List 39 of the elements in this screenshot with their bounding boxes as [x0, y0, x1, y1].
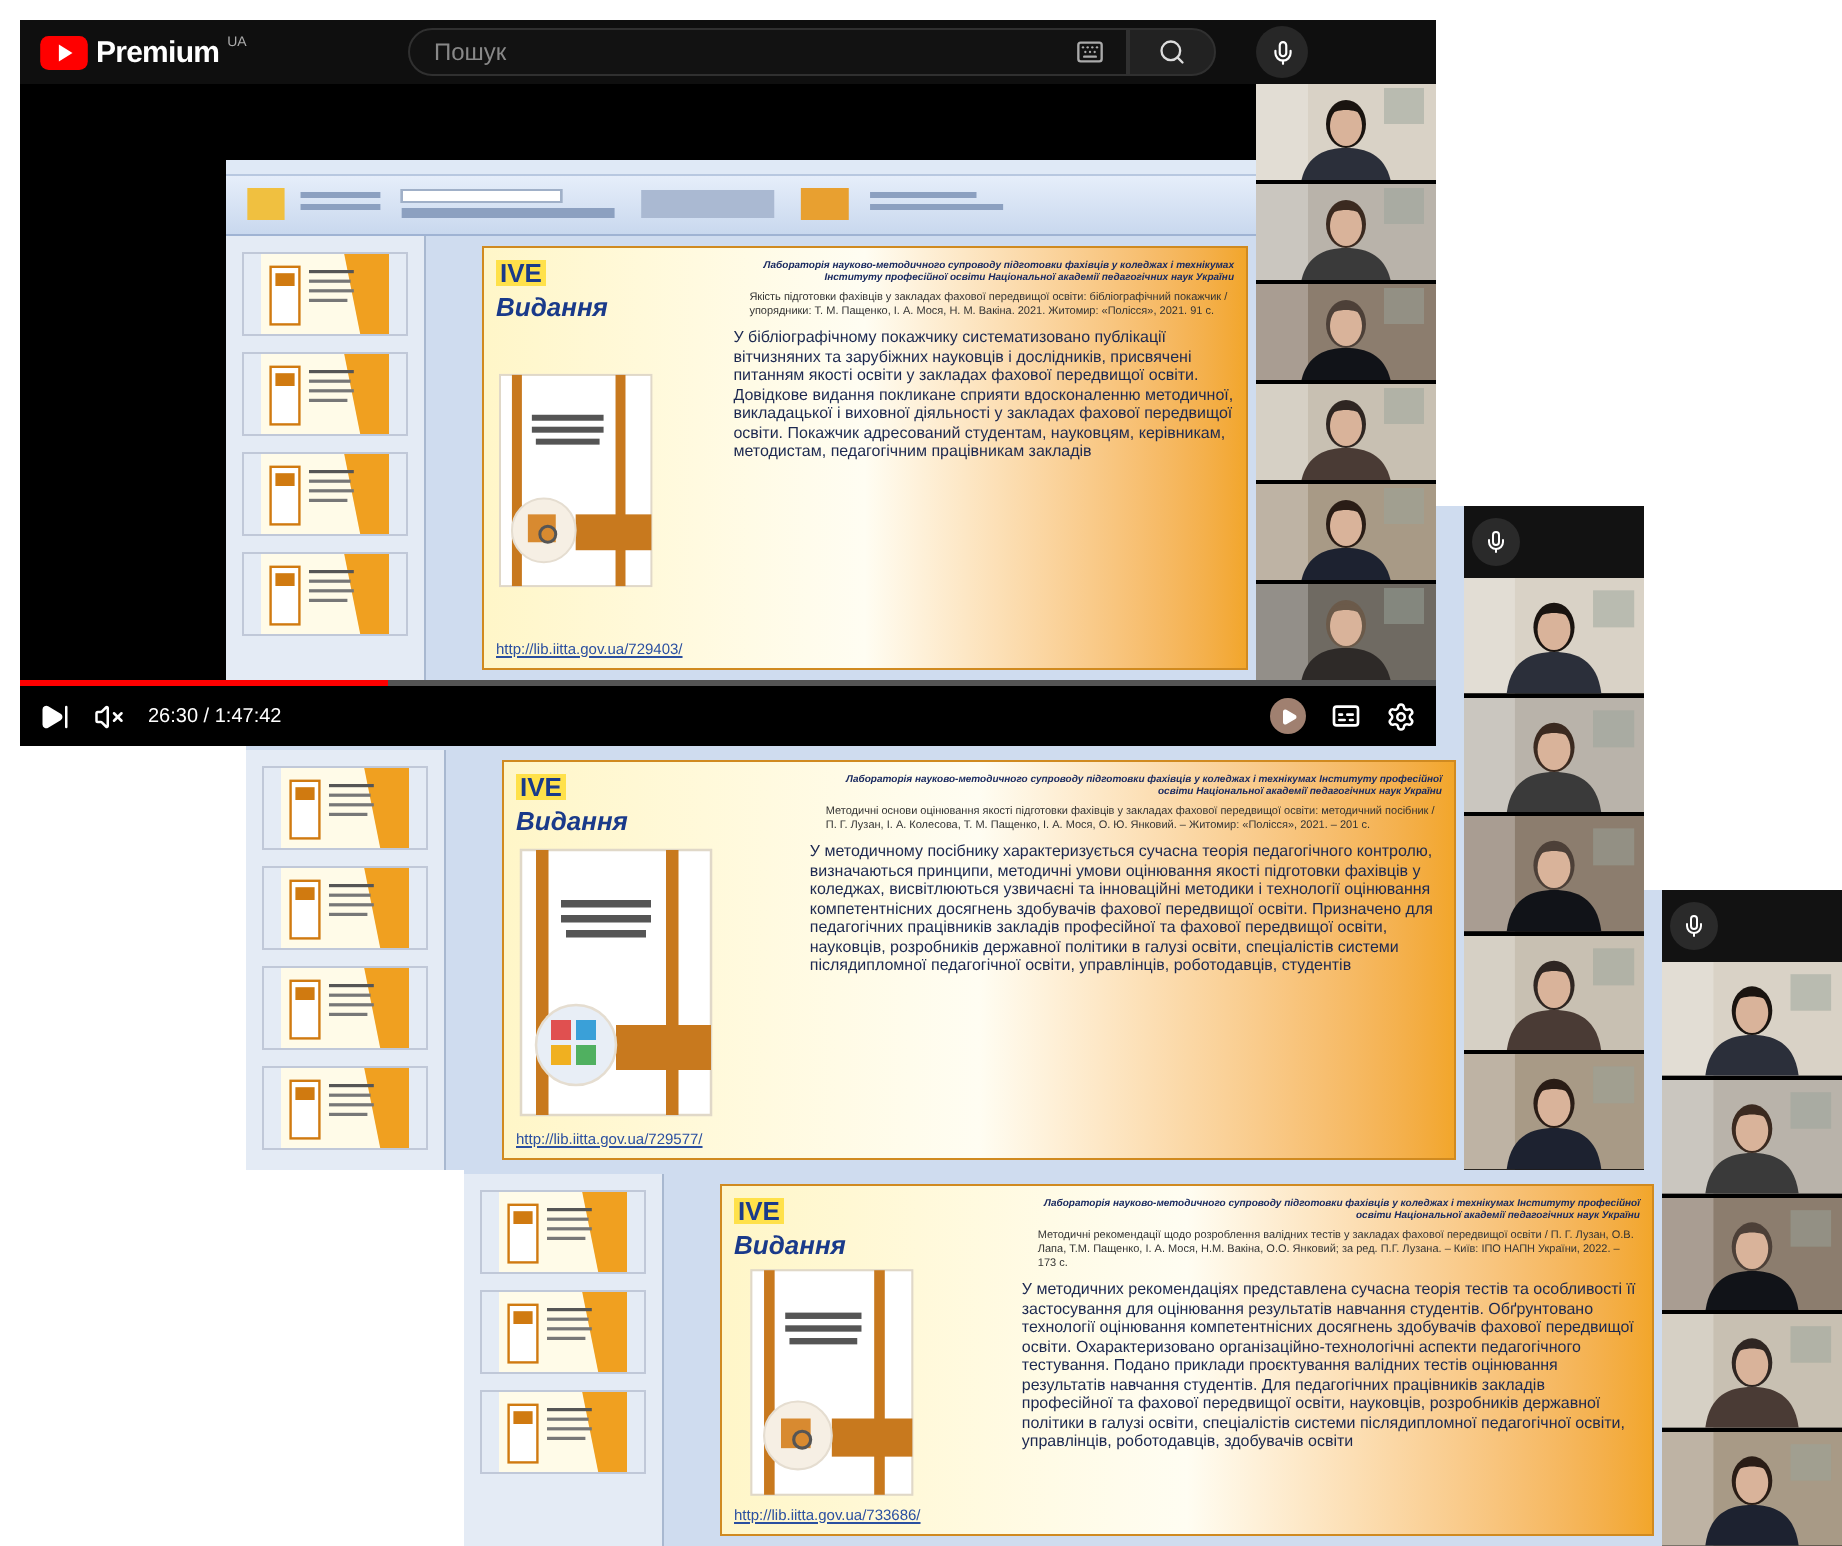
- mic-icon[interactable]: [1670, 902, 1718, 950]
- slide-title: Видання: [734, 1232, 848, 1258]
- mic-glyph-icon: [1682, 914, 1706, 938]
- play-logo-icon[interactable]: [40, 35, 88, 69]
- progress-track[interactable]: [20, 680, 1436, 686]
- mic-icon[interactable]: [1472, 518, 1520, 566]
- slide-title: Видання: [516, 808, 630, 834]
- next-icon[interactable]: [40, 701, 70, 731]
- logo: IVE: [734, 1198, 784, 1224]
- slide-thumbnail[interactable]: [480, 1390, 646, 1474]
- search-field[interactable]: Пошук: [408, 28, 1128, 76]
- settings-icon[interactable]: [1386, 701, 1416, 731]
- slide-thumbnail[interactable]: [480, 1190, 646, 1274]
- slide-thumbnail[interactable]: [262, 966, 428, 1050]
- slide-thumbnail[interactable]: [242, 452, 408, 536]
- slide-thumbnail[interactable]: [242, 252, 408, 336]
- slide-thumbnail[interactable]: [262, 1066, 428, 1150]
- subtitles-icon[interactable]: [1330, 700, 1362, 732]
- time-label: 26:30 / 1:47:42: [148, 703, 282, 731]
- slide-thumbnail[interactable]: [262, 766, 428, 850]
- mic-icon: [1269, 39, 1295, 65]
- search-button[interactable]: [1128, 28, 1216, 76]
- mic-glyph-icon: [1484, 530, 1508, 554]
- brand-label: Premium: [96, 35, 220, 69]
- slide-thumbnail[interactable]: [262, 866, 428, 950]
- description: У методичних рекомендаціях представлена сучасна теорія тестів та особливості її застосування для оцінювання результатів навчання студентів. Обґрунтовано технології оцінювання компетентнісних досягнень здобувачів фахової передвищої освіти. Охарактеризовано організаційно-технологічні аспекти педагогічного тестування. Подано приклади проєктування валідних тестів оцінювання результатів навчання студентів. Для педагогічних працівників закладів професійної та фахової передвищої освіти, науковців, розробників державної політики в галузі освіти, спеціалістів системи післядипломної педагогічної освіти, управлінців, роботодавців, здобувачів освіти: [1021, 1280, 1638, 1451]
- slide-thumbnail[interactable]: [242, 352, 408, 436]
- logo: IVE: [516, 774, 566, 800]
- slide-thumbnail[interactable]: [242, 552, 408, 636]
- search-icon: [1158, 38, 1186, 66]
- slide-thumbnail[interactable]: [480, 1290, 646, 1374]
- logo: IVE: [496, 260, 546, 286]
- description: У методичному посібнику характеризується сучасна теорія педагогічного контролю, визначаються принципи, методичні умови оцінювання якості підготовки фахівців у коледжах, висвітлюються узвичаєні та інноваційні методики і технології оцінювання компетентнісних досягнень здобувачів фахової передвищої освіти. Призначено для педагогічних працівників закладів професійної та фахової передвищої освіти, науковців, розробників державної політики в галузі освіти, спеціалістів системи післядипломної педагогічної освіти, управлінців, роботодавців, студентів: [809, 842, 1435, 975]
- slide-title: Видання: [496, 294, 610, 320]
- keyboard-icon[interactable]: [1076, 38, 1104, 66]
- description: У бібліографічному покажчику систематизовано публікації вітчизняних та зарубіжних науковців і дослідників, присвячені питанням якості освіти у закладах фахової передвищої освіти. Довідкове видання покликане сприяти вдосконаленню методичної, викладацької і виховної діяльності у закладах фахової передвищої освіти. Покажчик адресований студентам, науковцям, керівникам, методистам, педагогічним працівникам закладів: [733, 328, 1234, 461]
- mute-icon[interactable]: [94, 701, 124, 731]
- autoplay-icon[interactable]: [1270, 698, 1306, 734]
- voice-search-button[interactable]: [1256, 26, 1308, 78]
